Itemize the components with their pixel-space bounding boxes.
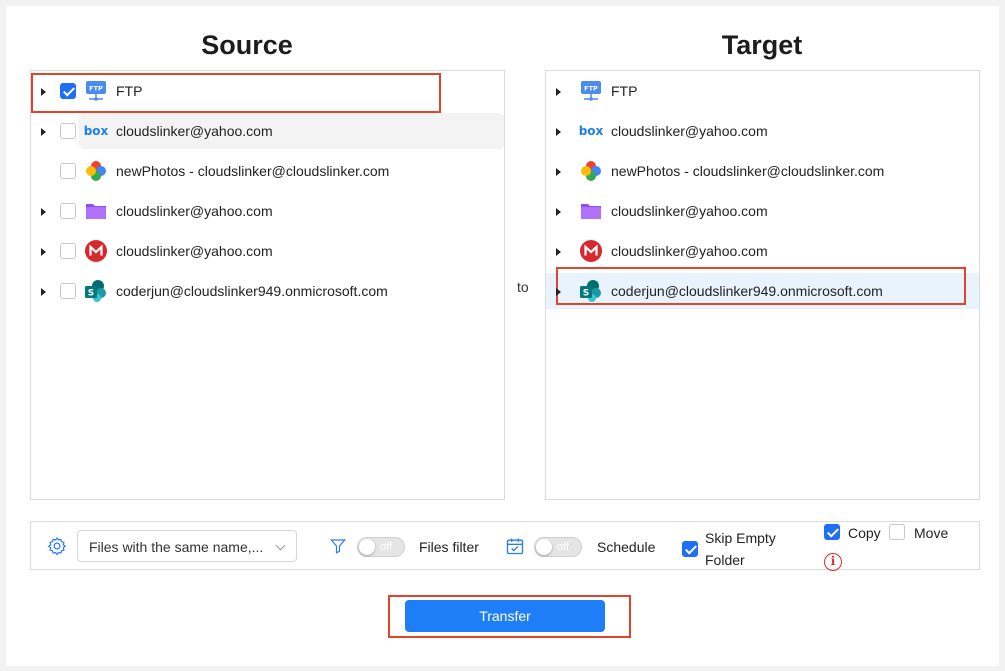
conflict-options-select[interactable]: Files with the same name,... [77,530,297,562]
expand-caret-icon[interactable] [41,208,46,216]
expand-caret-icon[interactable] [556,168,561,176]
chevron-down-icon [275,540,286,551]
svg-text:FTP: FTP [89,85,103,93]
ftp-icon: FTP [84,79,108,103]
source-panel: FTP FTP box cloudslinker@yahoo.com newPh… [30,70,505,500]
options-toolbar: Files with the same name,... off Files f… [30,521,980,571]
files-filter-label: Files filter [419,539,479,555]
skip-empty-folder-checkbox[interactable] [682,541,698,557]
source-item-label: FTP [116,83,143,99]
copy-label: Copy [848,525,881,541]
target-item-mega[interactable]: cloudslinker@yahoo.com [546,233,979,269]
source-item-label: cloudslinker@yahoo.com [116,203,273,219]
target-item-google-photos[interactable]: newPhotos - cloudslinker@cloudslinker.co… [546,153,979,189]
schedule-toggle-state: off [557,541,570,553]
purple-folder-icon [579,199,603,223]
mega-icon [579,239,603,263]
source-item-box[interactable]: box cloudslinker@yahoo.com [31,113,504,149]
source-item-label: cloudslinker@yahoo.com [116,243,273,259]
google-photos-icon [579,159,603,183]
box-icon: box [84,119,109,143]
expand-caret-icon[interactable] [556,128,561,136]
target-item-label: cloudslinker@yahoo.com [611,203,768,219]
expand-caret-icon[interactable] [41,88,46,96]
expand-caret-icon[interactable] [556,288,561,296]
ftp-icon: FTP [579,79,603,103]
box-icon: box [579,119,604,143]
files-filter-toggle-state: off [380,541,393,553]
target-item-ftp[interactable]: FTP FTP [546,73,979,109]
mega-icon [84,239,108,263]
transfer-button[interactable]: Transfer [405,600,605,632]
source-item-purple-folder[interactable]: cloudslinker@yahoo.com [31,193,504,229]
source-item-label: newPhotos - cloudslinker@cloudslinker.co… [116,163,390,179]
source-item-google-photos[interactable]: newPhotos - cloudslinker@cloudslinker.co… [31,153,504,189]
target-item-label: FTP [611,83,638,99]
target-item-label: coderjun@cloudslinker949.onmicrosoft.com [611,283,883,299]
conflict-options-value: Files with the same name,... [89,539,264,555]
target-item-label: cloudslinker@yahoo.com [611,243,768,259]
source-checkbox-ftp[interactable] [60,83,76,99]
svg-text:S: S [583,289,589,299]
svg-text:box: box [84,124,108,138]
source-checkbox-sharepoint[interactable] [60,283,76,299]
target-heading: Target [721,30,803,60]
filter-icon [329,537,347,558]
expand-caret-icon[interactable] [556,248,561,256]
copy-checkbox[interactable] [824,524,840,540]
source-item-label: cloudslinker@yahoo.com [116,123,273,139]
target-item-label: cloudslinker@yahoo.com [611,123,768,139]
sharepoint-icon: S [84,279,108,303]
target-item-purple-folder[interactable]: cloudslinker@yahoo.com [546,193,979,229]
source-heading: Source [201,30,293,60]
source-item-ftp[interactable]: FTP FTP [31,73,504,109]
gear-icon[interactable] [47,536,67,559]
target-item-sharepoint[interactable]: S coderjun@cloudslinker949.onmicrosoft.c… [546,273,979,309]
source-item-label: coderjun@cloudslinker949.onmicrosoft.com [116,283,388,299]
svg-text:S: S [88,289,94,299]
schedule-toggle[interactable]: off [534,537,582,557]
svg-text:FTP: FTP [584,85,598,93]
expand-caret-icon[interactable] [41,128,46,136]
skip-empty-label-line1: Skip Empty [705,530,776,546]
purple-folder-icon [84,199,108,223]
sharepoint-icon: S [579,279,603,303]
target-panel: FTP FTP box cloudslinker@yahoo.com newPh… [545,70,980,500]
schedule-label: Schedule [597,539,656,555]
files-filter-toggle[interactable]: off [357,537,405,557]
target-item-box[interactable]: box cloudslinker@yahoo.com [546,113,979,149]
toggle-knob [536,539,552,555]
calendar-icon [505,536,525,559]
expand-caret-icon[interactable] [41,248,46,256]
google-photos-icon [84,159,108,183]
expand-caret-icon[interactable] [41,288,46,296]
info-icon[interactable]: i [824,553,842,571]
source-checkbox-purple-folder[interactable] [60,203,76,219]
toggle-knob [359,539,375,555]
to-label: to [517,279,529,295]
source-checkbox-box[interactable] [60,123,76,139]
move-checkbox[interactable] [889,524,905,540]
expand-caret-icon[interactable] [556,88,561,96]
source-checkbox-google-photos[interactable] [60,163,76,179]
source-item-mega[interactable]: cloudslinker@yahoo.com [31,233,504,269]
source-item-sharepoint[interactable]: S coderjun@cloudslinker949.onmicrosoft.c… [31,273,504,309]
source-checkbox-mega[interactable] [60,243,76,259]
expand-caret-icon[interactable] [556,208,561,216]
svg-text:box: box [579,124,603,138]
target-item-label: newPhotos - cloudslinker@cloudslinker.co… [611,163,885,179]
skip-empty-label-line2: Folder [705,552,745,568]
move-label: Move [914,525,949,541]
